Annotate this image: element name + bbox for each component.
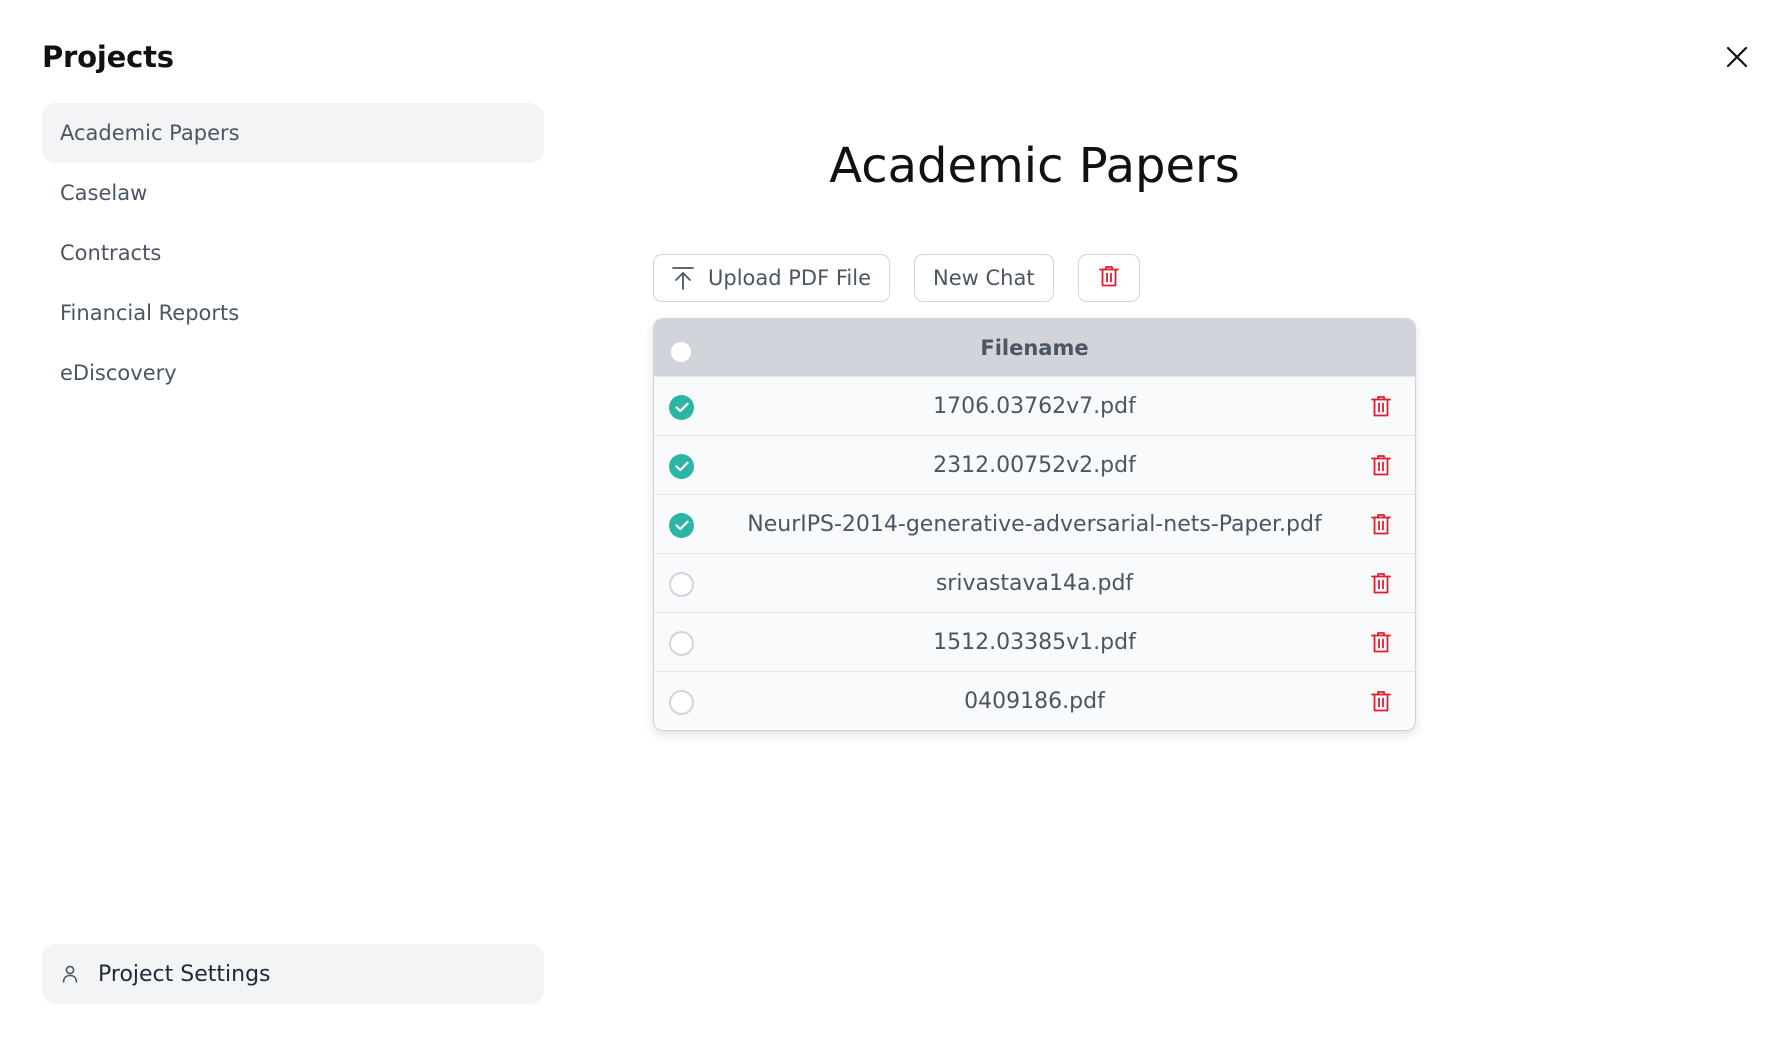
table-row[interactable]: NeurIPS-2014-generative-adversarial-nets…: [654, 494, 1415, 553]
sidebar-item-caselaw[interactable]: Caselaw: [42, 163, 544, 223]
delete-file-button[interactable]: [1369, 511, 1393, 537]
user-icon: [60, 963, 80, 985]
row-checkbox[interactable]: [669, 572, 694, 597]
delete-file-button[interactable]: [1369, 393, 1393, 419]
filename-cell: 0409186.pdf: [964, 688, 1105, 714]
row-checkbox-checked[interactable]: [669, 395, 694, 420]
delete-file-button[interactable]: [1369, 452, 1393, 478]
delete-selected-button[interactable]: [1077, 254, 1140, 302]
table-body: 1706.03762v7.pdf 2312.00752v2.pdf NeurIPS-…: [654, 376, 1415, 730]
sidebar-item-label: Academic Papers: [60, 121, 240, 145]
sidebar-title: Projects: [42, 40, 174, 74]
upload-pdf-button[interactable]: Upload PDF File: [653, 254, 890, 302]
sidebar-item-label: Caselaw: [60, 181, 148, 205]
filename-cell: 1512.03385v1.pdf: [933, 629, 1136, 655]
delete-file-button[interactable]: [1369, 570, 1393, 596]
table-row[interactable]: 1706.03762v7.pdf: [654, 376, 1415, 435]
sidebar-item-label: Financial Reports: [60, 301, 240, 325]
trash-icon: [1371, 631, 1391, 653]
row-checkbox-checked[interactable]: [669, 513, 694, 538]
project-settings-button[interactable]: Project Settings: [42, 944, 544, 1004]
table-row[interactable]: 0409186.pdf: [654, 671, 1415, 730]
page-title: Academic Papers: [829, 138, 1240, 194]
toolbar: Upload PDF File New Chat: [653, 254, 1140, 302]
sidebar: Projects Academic Papers Caselaw Contrac…: [42, 0, 544, 1039]
delete-file-button[interactable]: [1369, 629, 1393, 655]
delete-file-button[interactable]: [1369, 688, 1393, 714]
column-header-filename: Filename: [980, 335, 1089, 360]
check-icon: [674, 520, 689, 531]
trash-icon: [1371, 454, 1391, 476]
filename-cell: 2312.00752v2.pdf: [933, 452, 1136, 478]
sidebar-item-label: Contracts: [60, 241, 162, 265]
new-chat-label: New Chat: [933, 266, 1035, 290]
row-checkbox-checked[interactable]: [669, 454, 694, 479]
close-icon: [1726, 46, 1748, 72]
select-all-checkbox[interactable]: [671, 342, 691, 362]
sidebar-item-ediscovery[interactable]: eDiscovery: [42, 343, 544, 403]
new-chat-button[interactable]: New Chat: [914, 254, 1054, 302]
trash-icon: [1098, 265, 1119, 292]
file-table: Filename 1706.03762v7.pdf 2312.00752v2.pd…: [653, 318, 1416, 731]
sidebar-item-financial-reports[interactable]: Financial Reports: [42, 283, 544, 343]
upload-pdf-label: Upload PDF File: [708, 266, 871, 290]
filename-cell: NeurIPS-2014-generative-adversarial-nets…: [747, 511, 1322, 537]
project-list: Academic Papers Caselaw Contracts Financ…: [42, 103, 544, 403]
table-row[interactable]: 2312.00752v2.pdf: [654, 435, 1415, 494]
check-icon: [674, 402, 689, 413]
filename-cell: 1706.03762v7.pdf: [933, 393, 1136, 419]
project-settings-label: Project Settings: [98, 961, 271, 987]
row-checkbox[interactable]: [669, 631, 694, 656]
check-icon: [674, 461, 689, 472]
trash-icon: [1371, 395, 1391, 417]
sidebar-item-contracts[interactable]: Contracts: [42, 223, 544, 283]
upload-arrow-icon: [672, 266, 694, 290]
sidebar-item-academic-papers[interactable]: Academic Papers: [42, 103, 544, 163]
table-row[interactable]: srivastava14a.pdf: [654, 553, 1415, 612]
projects-modal: Projects Academic Papers Caselaw Contrac…: [0, 0, 1786, 1039]
close-button[interactable]: [1720, 42, 1754, 76]
filename-cell: srivastava14a.pdf: [935, 570, 1134, 596]
trash-icon: [1371, 513, 1391, 535]
row-checkbox[interactable]: [669, 690, 694, 715]
trash-icon: [1371, 572, 1391, 594]
trash-icon: [1371, 690, 1391, 712]
sidebar-item-label: eDiscovery: [60, 361, 177, 385]
table-header: Filename: [654, 319, 1415, 376]
table-row[interactable]: 1512.03385v1.pdf: [654, 612, 1415, 671]
